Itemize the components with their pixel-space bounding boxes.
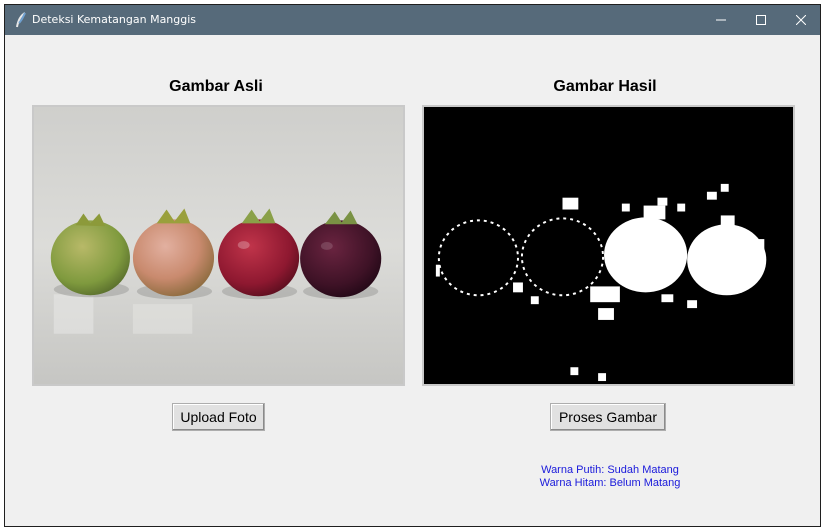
minimize-icon bbox=[716, 19, 726, 21]
maximize-button[interactable] bbox=[739, 5, 783, 35]
result-image-heading: Gambar Hasil bbox=[553, 78, 657, 95]
original-image bbox=[32, 105, 405, 386]
legend-black-unripe: Warna Hitam: Belum Matang bbox=[539, 477, 681, 489]
original-image-heading: Gambar Asli bbox=[169, 78, 263, 95]
window-title: Deteksi Kematangan Manggis bbox=[32, 13, 197, 26]
title-bar[interactable]: Deteksi Kematangan Manggis bbox=[5, 5, 820, 35]
feather-icon bbox=[14, 12, 28, 28]
close-icon bbox=[796, 15, 806, 25]
process-image-button[interactable]: Proses Gambar bbox=[550, 403, 666, 431]
minimize-button[interactable] bbox=[699, 5, 743, 35]
upload-photo-button[interactable]: Upload Foto bbox=[172, 403, 265, 431]
result-image bbox=[422, 105, 795, 386]
app-window: Deteksi Kematangan Manggis Gambar Asli G… bbox=[4, 4, 821, 527]
maximize-icon bbox=[756, 15, 766, 25]
close-button[interactable] bbox=[779, 5, 820, 35]
legend-white-ripe: Warna Putih: Sudah Matang bbox=[541, 464, 679, 476]
